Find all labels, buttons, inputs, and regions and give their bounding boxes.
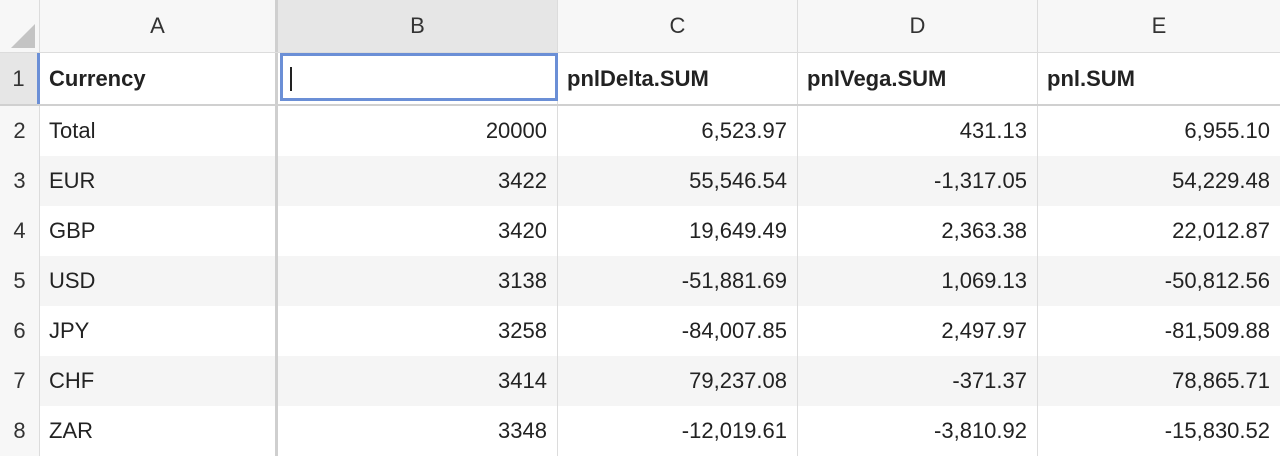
row-header[interactable]: 8 bbox=[0, 406, 40, 456]
cell-currency[interactable]: GBP bbox=[40, 206, 278, 256]
table-row: 6 JPY 3258 -84,007.85 2,497.97 -81,509.8… bbox=[0, 306, 1280, 356]
column-header-a[interactable]: A bbox=[40, 0, 278, 52]
row-header[interactable]: 6 bbox=[0, 306, 40, 356]
cell-count[interactable]: 3348 bbox=[278, 406, 558, 456]
column-header-e[interactable]: E bbox=[1038, 0, 1280, 52]
cell-pnl-delta[interactable]: 79,237.08 bbox=[558, 356, 798, 406]
row-header[interactable]: 4 bbox=[0, 206, 40, 256]
row-header[interactable]: 3 bbox=[0, 156, 40, 206]
cell-currency[interactable]: ZAR bbox=[40, 406, 278, 456]
cell-pnl-header[interactable]: pnl.SUM bbox=[1038, 53, 1280, 104]
table-row: 3 EUR 3422 55,546.54 -1,317.05 54,229.48 bbox=[0, 156, 1280, 206]
cell-pnl-delta[interactable]: -84,007.85 bbox=[558, 306, 798, 356]
row-header[interactable]: 1 bbox=[0, 53, 40, 104]
row-header[interactable]: 2 bbox=[0, 106, 40, 156]
cell-currency[interactable]: Total bbox=[40, 106, 278, 156]
cell-pnl[interactable]: -81,509.88 bbox=[1038, 306, 1280, 356]
table-row: 7 CHF 3414 79,237.08 -371.37 78,865.71 bbox=[0, 356, 1280, 406]
row-header[interactable]: 7 bbox=[0, 356, 40, 406]
spreadsheet-grid: A B C D E 1 Currency pnlDelta.SUM pnlVeg… bbox=[0, 0, 1280, 458]
cell-pnl-vega[interactable]: 2,363.38 bbox=[798, 206, 1038, 256]
cell-pnl-vega[interactable]: -371.37 bbox=[798, 356, 1038, 406]
select-all-triangle-icon bbox=[11, 24, 35, 48]
cell-pnl[interactable]: -15,830.52 bbox=[1038, 406, 1280, 456]
select-all-corner[interactable] bbox=[0, 0, 40, 52]
cell-pnl-vega[interactable]: -1,317.05 bbox=[798, 156, 1038, 206]
cell-count[interactable]: 3422 bbox=[278, 156, 558, 206]
cell-pnl[interactable]: 78,865.71 bbox=[1038, 356, 1280, 406]
cell-count[interactable]: 3258 bbox=[278, 306, 558, 356]
cell-currency[interactable]: EUR bbox=[40, 156, 278, 206]
cell-pnl-delta[interactable]: 6,523.97 bbox=[558, 106, 798, 156]
column-header-b[interactable]: B bbox=[278, 0, 558, 52]
cell-pnl[interactable]: 54,229.48 bbox=[1038, 156, 1280, 206]
table-row: 8 ZAR 3348 -12,019.61 -3,810.92 -15,830.… bbox=[0, 406, 1280, 456]
cell-currency[interactable]: CHF bbox=[40, 356, 278, 406]
cell-pnl-delta-header[interactable]: pnlDelta.SUM bbox=[558, 53, 798, 104]
cell-pnl-vega-header[interactable]: pnlVega.SUM bbox=[798, 53, 1038, 104]
text-caret bbox=[290, 67, 292, 91]
cell-currency[interactable]: JPY bbox=[40, 306, 278, 356]
cell-pnl-delta[interactable]: -12,019.61 bbox=[558, 406, 798, 456]
table-row: 1 Currency pnlDelta.SUM pnlVega.SUM pnl.… bbox=[0, 53, 1280, 106]
active-cell-editor[interactable] bbox=[280, 53, 558, 101]
cell-currency-header[interactable]: Currency bbox=[40, 53, 278, 104]
cell-pnl[interactable]: 22,012.87 bbox=[1038, 206, 1280, 256]
column-header-c[interactable]: C bbox=[558, 0, 798, 52]
table-row: 5 USD 3138 -51,881.69 1,069.13 -50,812.5… bbox=[0, 256, 1280, 306]
row-header[interactable]: 5 bbox=[0, 256, 40, 306]
cell-pnl-vega[interactable]: 2,497.97 bbox=[798, 306, 1038, 356]
cell-pnl[interactable]: -50,812.56 bbox=[1038, 256, 1280, 306]
cell-count[interactable]: 3138 bbox=[278, 256, 558, 306]
cell-pnl-vega[interactable]: -3,810.92 bbox=[798, 406, 1038, 456]
cell-pnl-delta[interactable]: 55,546.54 bbox=[558, 156, 798, 206]
table-row: 2 Total 20000 6,523.97 431.13 6,955.10 bbox=[0, 106, 1280, 156]
column-header-row: A B C D E bbox=[0, 0, 1280, 53]
cell-pnl-delta[interactable]: -51,881.69 bbox=[558, 256, 798, 306]
cell-pnl[interactable]: 6,955.10 bbox=[1038, 106, 1280, 156]
cell-count[interactable]: 3420 bbox=[278, 206, 558, 256]
cell-pnl-delta[interactable]: 19,649.49 bbox=[558, 206, 798, 256]
cell-pnl-vega[interactable]: 431.13 bbox=[798, 106, 1038, 156]
cell-pnl-vega[interactable]: 1,069.13 bbox=[798, 256, 1038, 306]
cell-count[interactable]: 20000 bbox=[278, 106, 558, 156]
column-header-d[interactable]: D bbox=[798, 0, 1038, 52]
table-row: 4 GBP 3420 19,649.49 2,363.38 22,012.87 bbox=[0, 206, 1280, 256]
cell-count[interactable]: 3414 bbox=[278, 356, 558, 406]
cell-currency[interactable]: USD bbox=[40, 256, 278, 306]
